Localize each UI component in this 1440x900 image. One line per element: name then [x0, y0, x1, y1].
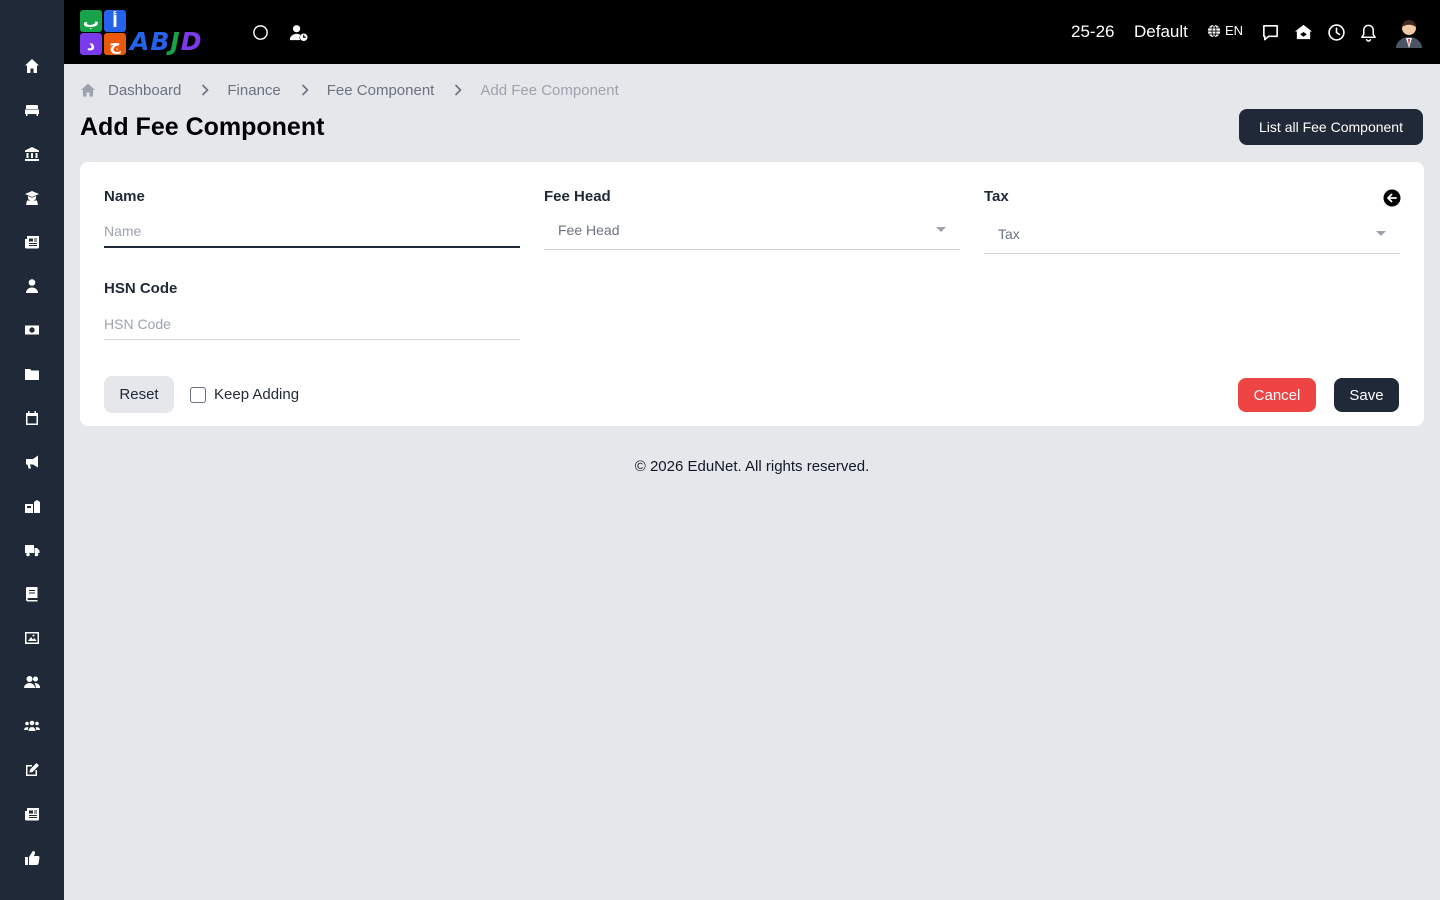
sidebar-item-institution[interactable] — [0, 132, 64, 176]
sidebar-item-user-tie[interactable] — [0, 264, 64, 308]
logo-letter-b: B — [150, 27, 171, 56]
tax-value: Tax — [998, 226, 1020, 242]
logo-letter-a: A — [130, 27, 151, 56]
user-tie-icon — [26, 279, 38, 293]
logo-tile-3: ﺩ — [80, 33, 102, 55]
sidebar-item-library[interactable] — [0, 572, 64, 616]
sidebar-item-money[interactable] — [0, 308, 64, 352]
back-arrow-icon[interactable] — [1383, 189, 1401, 207]
sidebar-item-users[interactable] — [0, 660, 64, 704]
logo-tile-4: ج — [104, 33, 126, 55]
breadcrumb-fee-component[interactable]: Fee Component — [327, 82, 435, 99]
bell-icon[interactable] — [1356, 20, 1380, 44]
graduate-icon — [25, 191, 39, 205]
topbar: ب أ ﺩ ج ABJD 25-26 Default EN — [64, 0, 1440, 64]
people-group-icon — [24, 720, 40, 731]
sidebar-item-graduate[interactable] — [0, 176, 64, 220]
tax-label: Tax — [984, 188, 1009, 205]
footer-copyright: © 2026 EduNet. All rights reserved. — [634, 458, 870, 475]
sidebar-item-newspaper[interactable] — [0, 220, 64, 264]
profile-selector[interactable]: Default — [1134, 22, 1188, 42]
session-selector[interactable]: 25-26 — [1071, 22, 1114, 42]
sidebar-item-edit[interactable] — [0, 748, 64, 792]
reset-button[interactable]: Reset — [104, 376, 174, 413]
sidebar-item-school[interactable] — [0, 484, 64, 528]
fee-head-value: Fee Head — [558, 222, 620, 238]
image-icon — [25, 632, 39, 644]
logo-letter-d: D — [180, 27, 203, 56]
sidebar-item-gallery[interactable] — [0, 616, 64, 660]
language-selector[interactable]: EN — [1207, 23, 1243, 38]
school-icon[interactable] — [1291, 20, 1315, 44]
language-label: EN — [1225, 23, 1244, 38]
page-title: Add Fee Component — [80, 113, 325, 141]
megaphone-icon — [26, 455, 38, 469]
newspaper-icon — [25, 236, 39, 249]
app-logo[interactable]: ب أ ﺩ ج ABJD — [80, 8, 226, 56]
chevron-right-icon — [455, 84, 462, 96]
breadcrumb-home-icon[interactable] — [80, 82, 96, 98]
cancel-button[interactable]: Cancel — [1238, 378, 1316, 412]
form-card: Name Fee Head Fee Head Tax Tax HSN Code … — [80, 162, 1424, 426]
keep-adding-checkbox[interactable] — [190, 386, 206, 403]
users-icon — [24, 676, 40, 688]
home-icon — [25, 59, 39, 73]
sidebar-item-sofa[interactable] — [0, 88, 64, 132]
money-bill-icon — [25, 325, 39, 335]
sidebar-item-calendar[interactable] — [0, 396, 64, 440]
logo-tile-2: أ — [104, 10, 126, 32]
circle-icon[interactable] — [248, 20, 272, 44]
fee-head-select[interactable]: Fee Head — [544, 222, 960, 250]
fee-head-label: Fee Head — [544, 188, 611, 205]
avatar[interactable] — [1394, 16, 1424, 48]
book-icon — [26, 587, 38, 602]
hsn-code-input[interactable] — [104, 308, 520, 340]
calendar-icon — [26, 411, 38, 425]
logo-text: ABJD — [130, 27, 203, 56]
save-button[interactable]: Save — [1334, 378, 1399, 412]
sidebar-item-feedback[interactable] — [0, 836, 64, 880]
list-all-button[interactable]: List all Fee Component — [1239, 109, 1423, 145]
user-clock-icon[interactable] — [286, 20, 310, 44]
breadcrumb: Dashboard Finance Fee Component Add Fee … — [80, 80, 619, 100]
sidebar-item-transport[interactable] — [0, 528, 64, 572]
sofa-icon — [25, 105, 39, 116]
edit-icon — [26, 763, 39, 776]
name-label: Name — [104, 188, 145, 205]
sidebar-item-news[interactable] — [0, 792, 64, 836]
logo-tile-1: ب — [80, 10, 102, 32]
breadcrumb-finance[interactable]: Finance — [227, 82, 280, 99]
chat-icon[interactable] — [1258, 20, 1282, 44]
breadcrumb-current: Add Fee Component — [480, 81, 619, 99]
chevron-down-icon — [936, 227, 946, 232]
name-input[interactable] — [104, 216, 520, 248]
news-icon — [25, 808, 39, 821]
logo-letter-j: J — [170, 27, 181, 56]
keep-adding-option: Keep Adding — [190, 386, 299, 403]
globe-icon — [1207, 24, 1221, 37]
hsn-code-label: HSN Code — [104, 280, 178, 297]
truck-icon — [25, 545, 40, 557]
sidebar-item-groups[interactable] — [0, 704, 64, 748]
clock-icon[interactable] — [1324, 20, 1348, 44]
tax-select[interactable]: Tax — [984, 226, 1400, 254]
chevron-right-icon — [202, 84, 210, 96]
sidebar — [0, 0, 64, 900]
breadcrumb-dashboard[interactable]: Dashboard — [108, 82, 181, 99]
thumbs-up-icon — [25, 851, 40, 866]
folder-icon — [25, 369, 39, 380]
keep-adding-label: Keep Adding — [214, 386, 300, 403]
sidebar-item-announcements[interactable] — [0, 440, 64, 484]
institution-icon — [25, 147, 39, 161]
school-flag-icon — [25, 500, 40, 513]
chevron-right-icon — [301, 84, 309, 96]
sidebar-item-folder[interactable] — [0, 352, 64, 396]
sidebar-item-home[interactable] — [0, 44, 64, 88]
chevron-down-icon — [1376, 231, 1386, 236]
